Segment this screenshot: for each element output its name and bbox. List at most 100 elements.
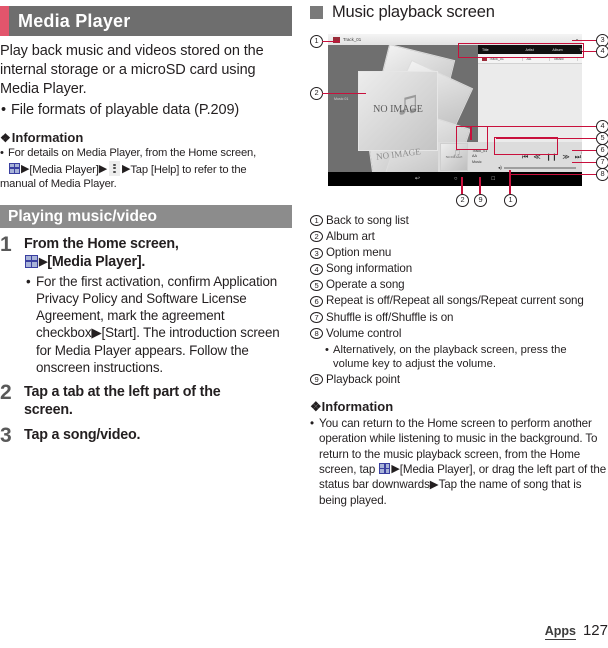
step-3-heading-line-1: Tap a song/video. <box>24 427 141 443</box>
legend-text: Repeat is off/Repeat all songs/Repeat cu… <box>326 294 584 308</box>
legend-volume-note-line-1: Alternatively, on the playback screen, p… <box>310 343 608 358</box>
section-header: Playing music/video <box>0 204 292 228</box>
operate-song-highlight <box>494 137 558 155</box>
now-playing-album: Music <box>472 159 482 164</box>
page-title: Media Player <box>18 11 131 31</box>
legend-text: Album art <box>326 230 375 244</box>
square-bullet-icon <box>310 5 323 19</box>
song-information-highlight <box>458 43 584 58</box>
information-bullet-left: For details on Media Player, from the Ho… <box>0 146 292 161</box>
callout-4-top: 4 <box>596 45 608 58</box>
leader-line <box>461 177 463 194</box>
info-line-1: For details on Media Player, from the Ho… <box>8 147 257 159</box>
step-1-media-player-label: [Media Player]. <box>47 253 146 270</box>
arrow-icon-2: ▶ <box>98 162 108 175</box>
legend-item-8: 8 Volume control <box>310 326 608 342</box>
fast-forward-button[interactable]: ≫ <box>562 154 569 161</box>
step-2-heading-line-1: Tap a tab at the left part of the <box>24 384 221 400</box>
legend-text: Back to song list <box>326 214 409 227</box>
figure-heading-label: Music playback screen <box>332 3 495 21</box>
leader-line <box>582 50 596 53</box>
device-stage: ♫ NO IMAGE Music 01 NO IMAGE Title Artis… <box>328 45 582 186</box>
title-spacer <box>9 6 18 36</box>
legend-item-5: 5 Operate a song <box>310 277 608 293</box>
callout-1-bottom: 1 <box>504 194 517 207</box>
option-menu-icon <box>109 160 121 176</box>
legend-item-1: 1 Back to song list <box>310 213 608 229</box>
diamond-icon: ❖ <box>0 131 11 145</box>
information-heading-right: ❖Information <box>310 399 608 415</box>
callout-2-bottom: 2 <box>456 194 469 207</box>
album-art-label: NO IMAGE <box>373 104 423 115</box>
help-label: Tap [Help] to refer to the <box>130 163 247 176</box>
page-number: 127 <box>582 622 608 639</box>
leader-line <box>322 92 366 95</box>
apps-grid-icon <box>9 162 20 174</box>
legend-number: 2 <box>310 231 323 243</box>
step-2: 2 Tap a tab at the left part of the scre… <box>0 381 292 419</box>
legend-text: Volume control <box>326 326 402 340</box>
intro-paragraph: Play back music and videos stored on the… <box>0 43 264 97</box>
information-label-left: Information <box>11 130 84 145</box>
left-column: Media Player Play back music and videos … <box>0 0 292 447</box>
album-art-side-label: Music 01 <box>334 97 349 101</box>
album-art-main: ♫ NO IMAGE <box>358 71 438 151</box>
legend-number: 7 <box>310 311 323 323</box>
legend-number: 5 <box>310 279 323 291</box>
legend-number: 9 <box>310 374 323 386</box>
leader-line <box>572 161 596 164</box>
legend-number: 6 <box>310 295 323 307</box>
leader-line <box>509 170 511 194</box>
legend-item-7: 7 Shuffle is off/Shuffle is on <box>310 310 608 326</box>
accent-bar <box>0 6 9 36</box>
step-1-heading-line-2: ▶[Media Player]. <box>24 253 292 271</box>
legend-number: 4 <box>310 263 323 275</box>
callout-8: 8 <box>596 168 608 181</box>
music-playback-figure: Track_01 ▾ ♫ NO IMAGE Music 01 <box>310 27 608 207</box>
legend-item-2: 2 Album art <box>310 229 608 245</box>
step-1-number: 1 <box>0 232 12 256</box>
step-1: 1 From the Home screen, ▶[Media Player].… <box>0 232 292 376</box>
step-2-number: 2 <box>0 381 12 404</box>
leader-line <box>479 177 481 194</box>
legend-number: 3 <box>310 247 323 259</box>
callout-legend: 1 Back to song list 2 Album art 3 Option… <box>310 213 608 388</box>
page-footer: Apps 127 <box>544 622 608 640</box>
legend-number: 8 <box>310 328 323 340</box>
apps-grid-icon-right <box>379 462 391 474</box>
step-1-heading-line-1: From the Home screen, <box>24 235 179 252</box>
information-body-left: For details on Media Player, from the Ho… <box>0 146 292 192</box>
callout-9: 9 <box>474 194 487 207</box>
legend-number: 1 <box>310 215 323 227</box>
step-1-body: From the Home screen, ▶[Media Player]. F… <box>24 235 292 376</box>
information-bullet-right: You can return to the Home screen to per… <box>310 416 608 508</box>
legend-item-4: 4 Song information <box>310 261 608 277</box>
step-2-heading-line-2: screen. <box>24 402 73 418</box>
legend-item-9: 9 Playback point <box>310 372 608 388</box>
leader-line <box>510 173 596 176</box>
information-body-right: You can return to the Home screen to per… <box>310 416 608 508</box>
legend-text: Song information <box>326 262 413 276</box>
repeat-icon[interactable]: ▭ <box>581 151 582 156</box>
back-icon[interactable]: ↩ <box>415 176 420 182</box>
legend-text: Playback point <box>326 372 401 386</box>
information-label-right: Information <box>321 399 394 415</box>
intro-bullet: File formats of playable data (P.209) <box>0 101 292 120</box>
step-2-body: Tap a tab at the left part of the screen… <box>24 383 292 419</box>
information-line-2: ▶[Media Player]▶ ▶Tap [Help] to refer to … <box>0 160 292 178</box>
manual-page: Media Player Play back music and videos … <box>0 0 608 648</box>
recents-icon[interactable]: □ <box>492 176 496 182</box>
legend-text: Shuffle is off/Shuffle is on <box>326 310 454 324</box>
right-column: Music playback screen Track_01 ▾ <box>310 0 608 508</box>
chapter-title-bar: Media Player <box>0 6 292 36</box>
home-icon[interactable]: ○ <box>454 176 458 182</box>
section-title: Playing music/video <box>8 207 158 225</box>
diamond-icon-right: ❖ <box>310 399 322 415</box>
legend-text: Operate a song <box>326 278 405 292</box>
step-3-number: 3 <box>0 424 12 447</box>
apps-grid-icon-step <box>25 254 38 268</box>
legend-item-6: 6 Repeat is off/Repeat all songs/Repeat … <box>310 293 608 309</box>
figure-heading: Music playback screen <box>310 2 608 22</box>
footer-section-label: Apps <box>544 624 576 640</box>
step-1-note: For the first activation, confirm Applic… <box>24 273 292 376</box>
